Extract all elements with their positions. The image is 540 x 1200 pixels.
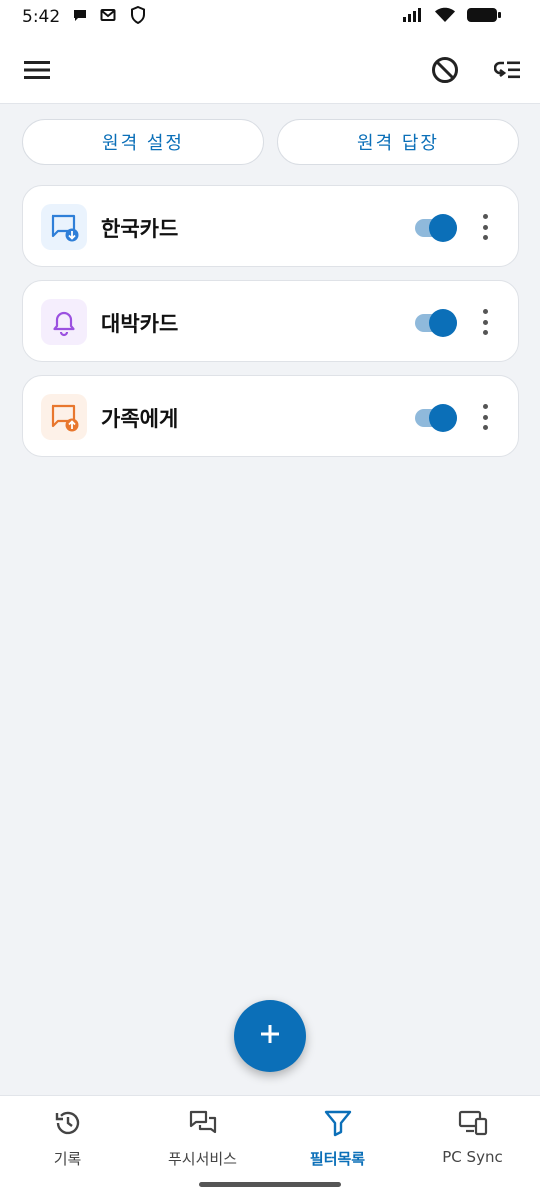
chat-bubbles-icon — [188, 1108, 218, 1142]
signal-icon — [402, 7, 424, 27]
nav-label: PC Sync — [442, 1148, 503, 1166]
reorder-list-icon[interactable] — [488, 50, 528, 90]
nav-item-history[interactable]: 기록 — [0, 1096, 135, 1176]
chat-bubble-icon — [72, 7, 88, 27]
nav-label: 기록 — [53, 1150, 82, 1168]
more-options-icon[interactable] — [475, 214, 495, 240]
filter-toggle[interactable] — [413, 214, 457, 242]
battery-icon — [466, 7, 502, 27]
hamburger-menu-icon[interactable] — [17, 50, 57, 90]
history-icon — [53, 1108, 83, 1142]
status-left: 5:42 — [22, 5, 146, 28]
wifi-icon — [434, 7, 456, 27]
remote-buttons-row: 원격 설정 원격 답장 — [22, 119, 519, 165]
nav-label: 푸시서비스 — [167, 1150, 237, 1168]
filter-card[interactable]: 한국카드 — [22, 185, 519, 267]
remote-reply-button[interactable]: 원격 답장 — [277, 119, 519, 165]
plus-icon — [259, 1023, 281, 1049]
status-time: 5:42 — [22, 7, 61, 27]
status-bar: 5:42 — [0, 0, 540, 34]
filter-name: 대박카드 — [101, 312, 179, 336]
add-filter-button[interactable] — [234, 1000, 306, 1072]
bell-icon — [41, 299, 87, 345]
filter-list-content: 원격 설정 원격 답장 한국카드 대박카드 가족에게 — [0, 105, 540, 1095]
nav-item-pc-sync[interactable]: PC Sync — [405, 1096, 540, 1176]
message-outgoing-icon — [41, 394, 87, 440]
devices-icon — [458, 1108, 488, 1142]
home-indicator[interactable] — [199, 1182, 341, 1187]
mail-forward-icon — [100, 7, 118, 27]
filter-icon — [323, 1108, 353, 1142]
more-options-icon[interactable] — [475, 404, 495, 430]
status-right — [402, 7, 502, 27]
filter-name: 한국카드 — [101, 217, 179, 241]
nav-item-filter-list[interactable]: 필터목록 — [270, 1096, 405, 1176]
nav-item-push-service[interactable]: 푸시서비스 — [135, 1096, 270, 1176]
shield-icon — [130, 5, 146, 28]
filter-card[interactable]: 가족에게 — [22, 375, 519, 457]
filter-name: 가족에게 — [101, 407, 179, 431]
remote-settings-button[interactable]: 원격 설정 — [22, 119, 264, 165]
block-icon[interactable] — [425, 50, 465, 90]
filter-toggle[interactable] — [413, 309, 457, 337]
nav-label: 필터목록 — [309, 1150, 366, 1168]
filter-toggle[interactable] — [413, 404, 457, 432]
message-incoming-icon — [41, 204, 87, 250]
filter-card[interactable]: 대박카드 — [22, 280, 519, 362]
app-bar — [0, 34, 540, 104]
more-options-icon[interactable] — [475, 309, 495, 335]
